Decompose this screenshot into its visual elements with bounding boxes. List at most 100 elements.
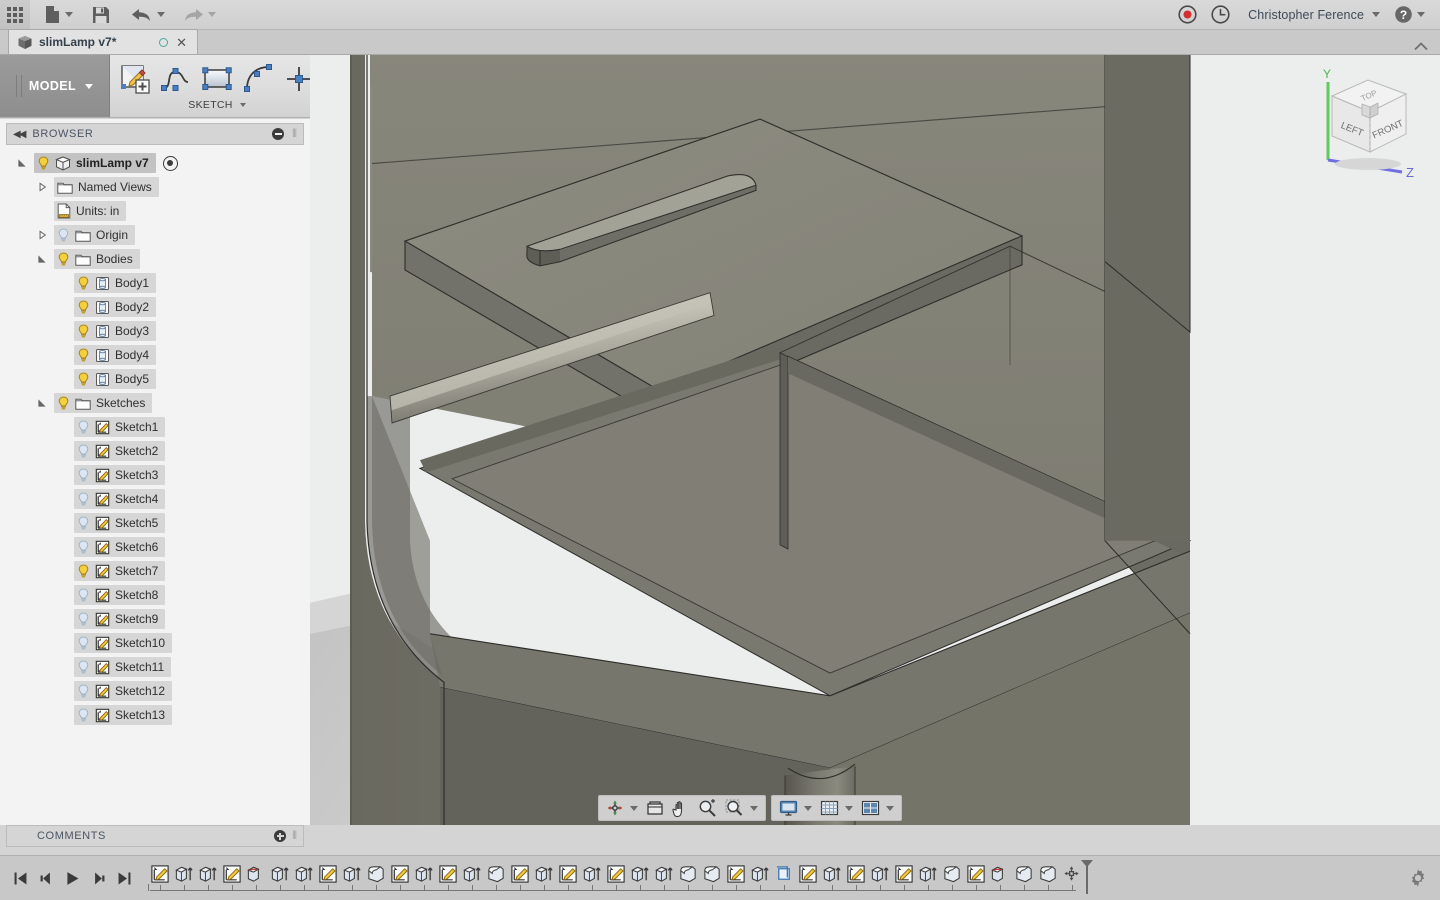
light-bulb-on-icon[interactable]: [77, 371, 90, 387]
light-bulb-on-icon[interactable]: [77, 275, 90, 291]
minimize-icon[interactable]: [272, 128, 285, 140]
activate-component-icon[interactable]: [162, 155, 178, 171]
timeline-feature-sketch[interactable]: [964, 861, 988, 887]
browser-row-bodies[interactable]: Bodies: [0, 247, 310, 271]
clock-history-icon[interactable]: [1204, 0, 1237, 30]
timeline-feature-sketch[interactable]: [388, 861, 412, 887]
browser-item-bodies[interactable]: Bodies: [54, 249, 140, 269]
timeline-feature-sketch[interactable]: [148, 861, 172, 887]
light-bulb-off-icon[interactable]: [77, 491, 90, 507]
timeline-feature-extrude[interactable]: [868, 861, 892, 887]
browser-row-sketch7[interactable]: Sketch7: [0, 559, 310, 583]
browser-row-sketch3[interactable]: Sketch3: [0, 463, 310, 487]
light-bulb-on-icon[interactable]: [77, 347, 90, 363]
record-icon[interactable]: [1171, 0, 1204, 30]
timeline-feature-sketch[interactable]: [724, 861, 748, 887]
twisty-collapsed-icon[interactable]: [34, 182, 50, 192]
comments-grip[interactable]: ⦀: [286, 830, 297, 843]
timeline-feature-sketch[interactable]: [796, 861, 820, 887]
light-bulb-off-icon[interactable]: [77, 587, 90, 603]
browser-item-sketch4[interactable]: Sketch4: [74, 489, 166, 509]
light-bulb-off-icon[interactable]: [77, 443, 90, 459]
go-to-end-icon[interactable]: [112, 865, 136, 891]
workspace-switcher[interactable]: MODEL: [0, 55, 110, 117]
timeline-feature-extrude[interactable]: [412, 861, 436, 887]
timeline-feature-fillet[interactable]: [1012, 861, 1036, 887]
timeline-feature-extrude[interactable]: [292, 861, 316, 887]
panel-grip[interactable]: ⦀: [292, 128, 297, 141]
user-menu[interactable]: Christopher Ference: [1237, 0, 1387, 30]
browser-item-body2[interactable]: Body2: [74, 297, 157, 317]
browser-row-named-views[interactable]: Named Views: [0, 175, 310, 199]
browser-item-sketch7[interactable]: Sketch7: [74, 561, 166, 581]
browser-row-sketch13[interactable]: Sketch13: [0, 703, 310, 727]
redo-icon[interactable]: [172, 0, 223, 30]
spline-icon[interactable]: [157, 60, 195, 98]
close-tab-icon[interactable]: ✕: [174, 36, 189, 49]
browser-row-sketch4[interactable]: Sketch4: [0, 487, 310, 511]
light-bulb-off-icon[interactable]: [77, 611, 90, 627]
comments-panel[interactable]: COMMENTS ⦀: [6, 825, 304, 847]
browser-item-sketch13[interactable]: Sketch13: [74, 705, 173, 725]
browser-item-body4[interactable]: Body4: [74, 345, 157, 365]
timeline-feature-extrude[interactable]: [580, 861, 604, 887]
browser-item-body1[interactable]: Body1: [74, 273, 157, 293]
twisty-expanded-icon[interactable]: [34, 398, 50, 408]
pan-hand-icon[interactable]: [668, 796, 694, 820]
app-grid-icon[interactable]: [0, 0, 30, 30]
browser-row-sketch2[interactable]: Sketch2: [0, 439, 310, 463]
add-comment-icon[interactable]: [274, 830, 287, 842]
timeline-feature-extrude[interactable]: [628, 861, 652, 887]
timeline-feature-extrude[interactable]: [268, 861, 292, 887]
browser-row-sketch5[interactable]: Sketch5: [0, 511, 310, 535]
timeline-feature-extrude[interactable]: [340, 861, 364, 887]
browser-item-sketch1[interactable]: Sketch1: [74, 417, 166, 437]
timeline-feature-extrude[interactable]: [196, 861, 220, 887]
light-bulb-off-icon[interactable]: [77, 659, 90, 675]
play-icon[interactable]: [60, 865, 84, 891]
timeline-feature-sketch[interactable]: [220, 861, 244, 887]
light-bulb-off-icon[interactable]: [57, 227, 70, 243]
timeline-feature-loft[interactable]: [244, 861, 268, 887]
zoom-window-icon[interactable]: [721, 796, 762, 820]
browser-row-sketches[interactable]: Sketches: [0, 391, 310, 415]
light-bulb-off-icon[interactable]: [77, 635, 90, 651]
undo-icon[interactable]: [117, 0, 172, 30]
zoom-icon[interactable]: [694, 796, 721, 820]
browser-item-sketch9[interactable]: Sketch9: [74, 609, 166, 629]
go-to-beginning-icon[interactable]: [8, 865, 32, 891]
help-menu[interactable]: ?: [1387, 0, 1432, 30]
timeline-settings-gear-icon[interactable]: [1408, 868, 1428, 893]
timeline-feature-extrude[interactable]: [532, 861, 556, 887]
browser-item-named-views[interactable]: Named Views: [54, 177, 159, 197]
light-bulb-off-icon[interactable]: [77, 683, 90, 699]
new-document-icon[interactable]: [30, 0, 80, 30]
light-bulb-on-icon[interactable]: [37, 155, 50, 171]
fit-view-icon[interactable]: [642, 796, 668, 820]
timeline-feature-sketch[interactable]: [604, 861, 628, 887]
timeline-feature-sketch[interactable]: [556, 861, 580, 887]
light-bulb-off-icon[interactable]: [77, 515, 90, 531]
timeline-feature-fillet[interactable]: [676, 861, 700, 887]
timeline-feature-extrude[interactable]: [748, 861, 772, 887]
rectangle-icon[interactable]: [198, 60, 236, 98]
create-sketch-icon[interactable]: [116, 60, 154, 98]
light-bulb-off-icon[interactable]: [77, 467, 90, 483]
ribbon-group-label[interactable]: SKETCH: [188, 99, 246, 111]
light-bulb-off-icon[interactable]: [77, 419, 90, 435]
timeline-track[interactable]: [148, 856, 1440, 900]
timeline-feature-fillet[interactable]: [940, 861, 964, 887]
timeline-feature-sketch[interactable]: [892, 861, 916, 887]
3d-viewport[interactable]: Y Z LEFT FRONT TOP: [310, 55, 1440, 825]
light-bulb-on-icon[interactable]: [77, 323, 90, 339]
timeline-feature-fillet[interactable]: [364, 861, 388, 887]
timeline-feature-extrude[interactable]: [916, 861, 940, 887]
browser-row-body5[interactable]: Body5: [0, 367, 310, 391]
timeline-feature-fillet[interactable]: [1036, 861, 1060, 887]
twisty-expanded-icon[interactable]: [34, 254, 50, 264]
collapse-ribbon-icon[interactable]: [1414, 42, 1440, 54]
browser-row-sketch9[interactable]: Sketch9: [0, 607, 310, 631]
timeline-feature-sketch[interactable]: [844, 861, 868, 887]
browser-item-sketches[interactable]: Sketches: [54, 393, 153, 413]
timeline-feature-sketch[interactable]: [436, 861, 460, 887]
